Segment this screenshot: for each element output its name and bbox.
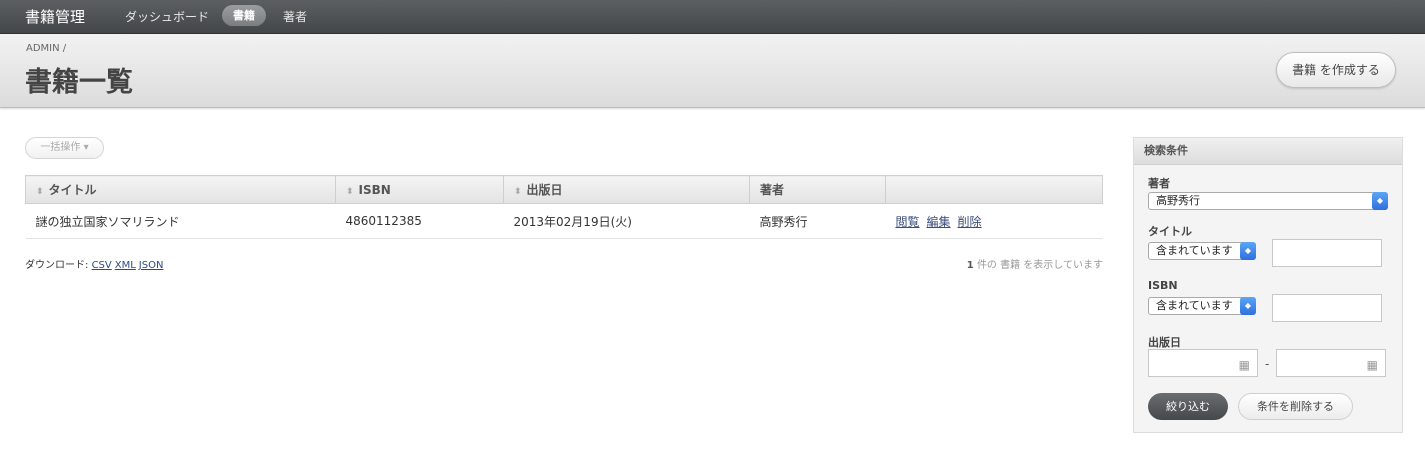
column-label: 著者 — [760, 183, 785, 197]
isbn-operator-value: 含まれています — [1156, 299, 1233, 312]
title-filter-label: タイトル — [1148, 225, 1192, 238]
delete-link[interactable]: 削除 — [958, 215, 982, 229]
title-operator-select[interactable]: 含まれています ◆ — [1148, 242, 1256, 260]
cell-published: 2013年02月19日(火) — [503, 203, 750, 239]
column-header-author: 著者 — [749, 175, 886, 204]
search-filters-panel: 検索条件 著者 高野秀行 ◆ タイトル 含まれています ◆ ISBN 含まれてい… — [1133, 137, 1403, 433]
date-to-input[interactable]: ▦ — [1276, 349, 1386, 377]
title-operator-value: 含まれています — [1156, 244, 1233, 257]
cell-title: 謎の独立国家ソマリランド — [25, 203, 336, 239]
isbn-filter-label: ISBN — [1148, 279, 1178, 292]
cell-actions: 閲覧 編集 削除 — [885, 203, 1103, 239]
date-range-separator: - — [1265, 357, 1270, 371]
nav-books[interactable]: 書籍 — [222, 5, 266, 26]
title-bar: ADMIN / 書籍一覧 書籍 を作成する — [0, 34, 1425, 108]
page-title: 書籍一覧 — [25, 67, 133, 98]
count-number: 1 — [966, 260, 974, 271]
column-label: タイトル — [48, 183, 97, 197]
sort-icon: ⬍ — [346, 186, 354, 197]
sort-icon: ⬍ — [36, 187, 44, 197]
cell-author: 高野秀行 — [749, 203, 886, 239]
column-label: ISBN — [358, 182, 391, 197]
calendar-icon[interactable]: ▦ — [1367, 358, 1378, 372]
calendar-icon[interactable]: ▦ — [1239, 358, 1250, 372]
author-filter-label: 著者 — [1148, 177, 1170, 190]
select-arrow-icon: ◆ — [1240, 242, 1256, 260]
nav-dashboard[interactable]: ダッシュボード — [125, 8, 209, 25]
download-csv-link[interactable]: CSV — [92, 260, 112, 271]
table-row: 謎の独立国家ソマリランド 4860112385 2013年02月19日(火) 高… — [25, 203, 1103, 239]
filter-button[interactable]: 絞り込む — [1148, 393, 1228, 420]
download-xml-link[interactable]: XML — [115, 260, 136, 271]
date-from-input[interactable]: ▦ — [1148, 349, 1258, 377]
column-header-published[interactable]: ⬍ 出版日 — [503, 175, 750, 204]
clear-filters-button[interactable]: 条件を削除する — [1238, 393, 1353, 420]
column-header-title[interactable]: ⬍ タイトル — [25, 175, 336, 204]
date-filter-label: 出版日 — [1148, 336, 1181, 349]
table-header-row: ⬍ タイトル ⬍ ISBN ⬍ 出版日 著者 — [25, 175, 1103, 204]
sort-icon: ⬍ — [514, 187, 522, 197]
isbn-operator-select[interactable]: 含まれています ◆ — [1148, 297, 1256, 315]
batch-actions-button[interactable]: 一括操作 ▾ — [25, 137, 104, 159]
cell-isbn: 4860112385 — [335, 203, 504, 239]
view-link[interactable]: 閲覧 — [896, 215, 920, 229]
filters-heading: 検索条件 — [1134, 138, 1402, 165]
isbn-filter-input[interactable] — [1272, 294, 1382, 322]
column-label: 出版日 — [526, 183, 563, 197]
column-header-actions — [885, 175, 1103, 204]
result-count: 1 件の 書籍 を表示しています — [903, 256, 1103, 271]
books-table: ⬍ タイトル ⬍ ISBN ⬍ 出版日 著者 謎の独立国家ソマリランド 4860112… — [25, 175, 1103, 239]
select-arrow-icon: ◆ — [1372, 192, 1388, 210]
brand-logo[interactable]: 書籍管理 — [25, 6, 85, 27]
download-label: ダウンロード: — [25, 260, 89, 271]
breadcrumb[interactable]: ADMIN / — [26, 43, 66, 54]
count-text: 件の 書籍 を表示しています — [976, 260, 1103, 271]
author-select[interactable]: 高野秀行 ◆ — [1148, 192, 1388, 210]
column-header-isbn[interactable]: ⬍ ISBN — [335, 175, 504, 204]
title-filter-input[interactable] — [1272, 239, 1382, 267]
download-links: ダウンロード: CSV XML JSON — [25, 256, 166, 271]
create-book-button[interactable]: 書籍 を作成する — [1276, 52, 1396, 88]
select-arrow-icon: ◆ — [1240, 297, 1256, 315]
top-navbar: 書籍管理 ダッシュボード 書籍 著者 — [0, 0, 1425, 34]
author-select-value: 高野秀行 — [1156, 194, 1200, 207]
nav-authors[interactable]: 著者 — [283, 8, 307, 25]
download-json-link[interactable]: JSON — [139, 260, 164, 271]
edit-link[interactable]: 編集 — [927, 215, 951, 229]
